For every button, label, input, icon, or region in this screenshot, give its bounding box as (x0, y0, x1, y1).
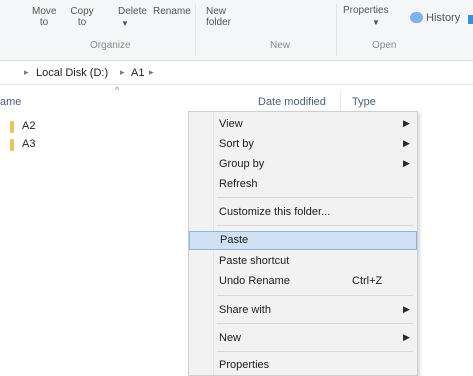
menu-item-group-by[interactable]: Group by ▶ (189, 155, 417, 174)
menu-separator (217, 197, 413, 198)
ribbon: Move to Copy to Delete ▼ Rename Organize… (0, 0, 473, 61)
properties-dropdown-icon[interactable]: ▼ (372, 17, 380, 28)
column-header-name[interactable]: ame (0, 96, 21, 108)
move-to-button[interactable]: Move to (32, 6, 56, 28)
submenu-arrow-icon: ▶ (403, 158, 410, 168)
menu-item-view[interactable]: View ▶ (189, 115, 417, 134)
breadcrumb-folder[interactable]: A1 (131, 67, 144, 79)
copy-to-button[interactable]: Copy to (70, 6, 94, 28)
folder-icon (10, 139, 14, 151)
menu-item-label: Undo Rename (219, 275, 290, 287)
menu-item-label: Share with (219, 304, 271, 316)
menu-item-label: Properties (219, 359, 270, 371)
menu-separator (217, 295, 413, 296)
new-group-label: New (270, 40, 291, 51)
menu-item-refresh[interactable]: Refresh (189, 175, 417, 194)
history-label: History (426, 12, 461, 24)
ribbon-divider (336, 4, 337, 56)
organize-group-label: Organize (90, 40, 131, 51)
menu-item-share-with[interactable]: Share with ▶ (189, 301, 417, 320)
chevron-right-icon: ▸ (120, 67, 125, 77)
menu-item-paste-shortcut[interactable]: Paste shortcut (189, 252, 417, 271)
list-item[interactable]: A2 (0, 119, 180, 135)
menu-item-customize-folder[interactable]: Customize this folder... (189, 203, 417, 222)
menu-separator (217, 323, 413, 324)
menu-item-label: Sort by (219, 138, 254, 150)
history-button[interactable]: History (410, 12, 460, 24)
menu-separator (217, 225, 413, 226)
column-header-type[interactable]: Type (352, 96, 376, 108)
menu-separator (217, 351, 413, 352)
submenu-arrow-icon: ▶ (403, 332, 410, 342)
menu-item-properties[interactable]: Properties (189, 356, 417, 375)
menu-item-label: Refresh (219, 178, 258, 190)
file-name: A3 (22, 138, 36, 150)
submenu-arrow-icon: ▶ (403, 118, 410, 128)
menu-item-new[interactable]: New ▶ (189, 329, 417, 348)
column-header-date[interactable]: Date modified (258, 96, 326, 108)
context-menu: View ▶ Sort by ▶ Group by ▶ Refresh Cust… (188, 111, 418, 376)
sort-indicator-icon: ^ (115, 85, 120, 95)
menu-item-label: New (219, 332, 242, 344)
menu-item-sort-by[interactable]: Sort by ▶ (189, 135, 417, 154)
rename-button[interactable]: Rename (153, 6, 191, 17)
address-bar[interactable]: ▸ Local Disk (D:) ▸ A1 ▸ (0, 62, 473, 85)
chevron-right-icon: ▸ (149, 67, 154, 77)
menu-item-shortcut: Ctrl+Z (352, 275, 383, 287)
menu-item-paste[interactable]: Paste (189, 231, 417, 250)
properties-button[interactable]: Properties (343, 5, 389, 16)
ribbon-divider (195, 4, 196, 56)
file-name: A2 (22, 120, 36, 132)
delete-dropdown-icon[interactable]: ▼ (121, 18, 129, 29)
submenu-arrow-icon: ▶ (403, 138, 410, 148)
menu-item-label: Group by (219, 158, 265, 170)
menu-item-undo-rename[interactable]: Undo Rename Ctrl+Z (189, 272, 417, 291)
menu-item-label: Customize this folder... (219, 206, 331, 218)
delete-button[interactable]: Delete (118, 6, 147, 17)
column-divider[interactable] (340, 92, 341, 110)
submenu-arrow-icon: ▶ (403, 304, 410, 314)
new-folder-button[interactable]: New folder (206, 6, 231, 28)
easy-access-icon (468, 15, 473, 24)
menu-item-label: Paste shortcut (219, 255, 290, 267)
list-item[interactable]: A3 (0, 137, 180, 153)
menu-item-label: View (219, 118, 243, 130)
history-icon (410, 12, 423, 23)
open-group-label: Open (372, 40, 397, 51)
menu-item-label: Paste (220, 234, 249, 246)
folder-icon (10, 121, 14, 133)
breadcrumb-drive[interactable]: Local Disk (D:) (36, 67, 108, 79)
chevron-right-icon: ▸ (24, 67, 29, 77)
